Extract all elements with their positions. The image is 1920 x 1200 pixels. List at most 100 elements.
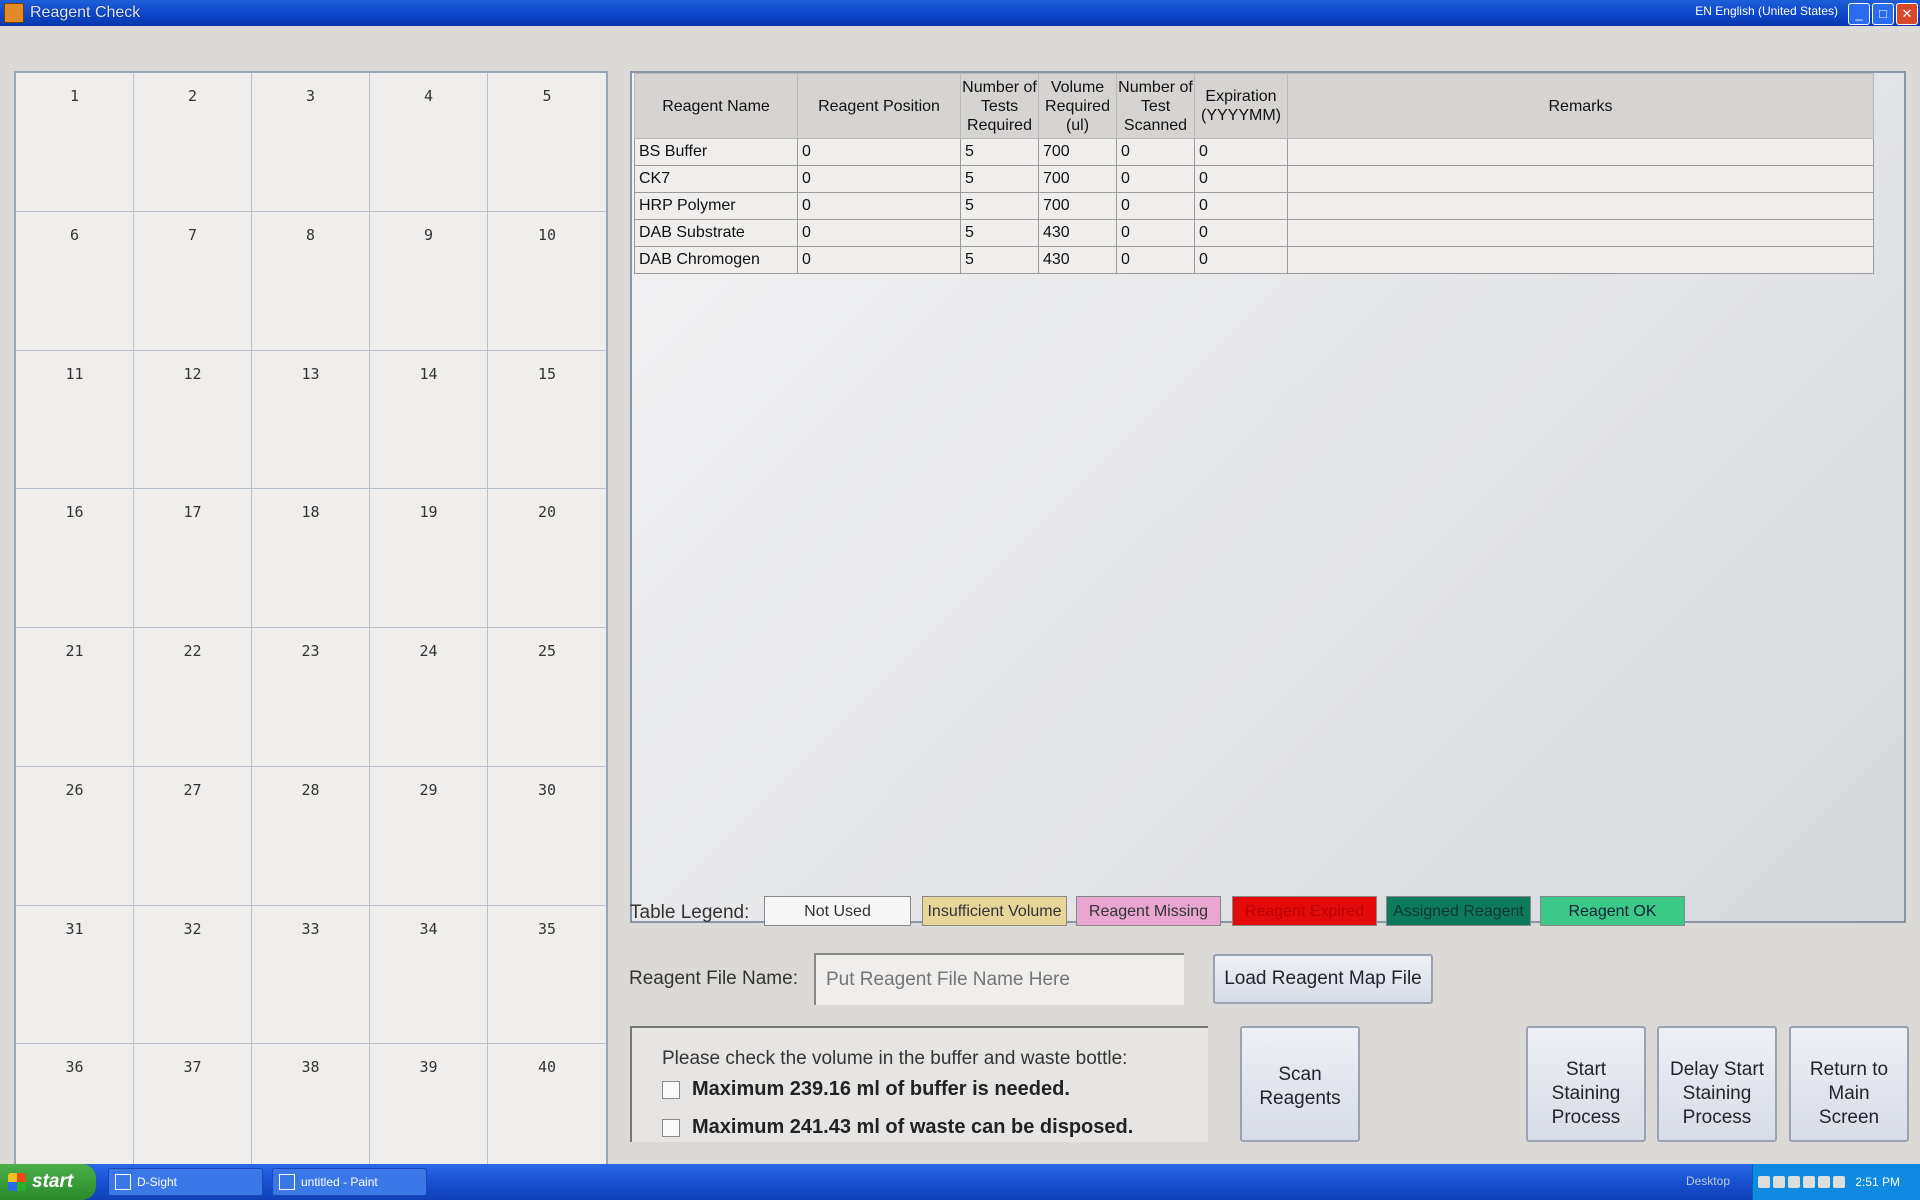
legend-reagent-ok: Reagent OK xyxy=(1540,896,1685,926)
taskbar-item-dsight[interactable]: D-Sight xyxy=(108,1168,263,1196)
legend-not-used: Not Used xyxy=(764,896,911,926)
table-row[interactable]: DAB Substrate 0 5 430 0 0 xyxy=(634,219,1874,247)
slide-position-cell[interactable]: 18 xyxy=(252,489,370,628)
table-cell: 700 xyxy=(1038,192,1117,220)
tray-icon[interactable] xyxy=(1788,1176,1801,1188)
slide-position-cell[interactable]: 10 xyxy=(488,212,606,351)
minimize-button[interactable]: _ xyxy=(1848,3,1870,25)
slide-position-cell[interactable]: 15 xyxy=(488,351,606,490)
return-main-screen-button[interactable]: Return to Main Screen xyxy=(1789,1026,1909,1142)
tray-icon[interactable] xyxy=(1773,1176,1786,1188)
table-cell: 5 xyxy=(960,192,1039,220)
slide-position-cell[interactable]: 4 xyxy=(370,73,488,212)
table-cell: 5 xyxy=(960,219,1039,247)
slide-position-cell[interactable]: 36 xyxy=(16,1044,134,1183)
start-label: start xyxy=(32,1171,74,1192)
slide-position-cell[interactable]: 39 xyxy=(370,1044,488,1183)
start-button[interactable]: start xyxy=(0,1164,96,1200)
desktop-toolbar-label[interactable]: Desktop xyxy=(1686,1174,1730,1188)
language-indicator[interactable]: EN English (United States) xyxy=(1695,4,1838,18)
buffer-checkbox[interactable] xyxy=(662,1080,680,1099)
slide-position-cell[interactable]: 34 xyxy=(370,905,488,1045)
slide-position-cell[interactable]: 13 xyxy=(252,350,370,490)
slide-position-cell[interactable]: 17 xyxy=(134,489,252,628)
slide-position-cell[interactable]: 19 xyxy=(370,489,488,628)
load-reagent-map-button[interactable]: Load Reagent Map File xyxy=(1213,954,1433,1004)
slide-position-cell[interactable]: 29 xyxy=(370,766,488,906)
table-cell: 0 xyxy=(1116,165,1195,193)
slide-position-cell[interactable]: 32 xyxy=(134,905,252,1045)
table-cell: 0 xyxy=(1194,192,1288,220)
slide-position-cell[interactable]: 31 xyxy=(16,905,134,1045)
reagent-file-input[interactable] xyxy=(814,953,1184,1005)
slide-position-cell[interactable]: 8 xyxy=(252,211,370,351)
slide-position-cell[interactable]: 40 xyxy=(488,1044,606,1183)
slide-position-cell[interactable]: 16 xyxy=(16,489,134,628)
column-header: Expiration (YYYYMM) xyxy=(1194,73,1288,139)
slide-position-cell[interactable]: 2 xyxy=(134,73,252,212)
table-row[interactable]: HRP Polymer 0 5 700 0 0 xyxy=(634,192,1874,220)
table-cell: 700 xyxy=(1038,138,1117,166)
slide-position-cell[interactable]: 24 xyxy=(370,628,488,767)
windows-flag-icon xyxy=(8,1173,26,1191)
title-bar: Reagent Check EN English (United States)… xyxy=(0,0,1920,26)
slide-position-cell[interactable]: 38 xyxy=(252,1044,370,1183)
taskbar-item-paint[interactable]: untitled - Paint xyxy=(272,1168,427,1196)
table-row[interactable]: BS Buffer 0 5 700 0 0 xyxy=(634,138,1874,166)
volume-check-panel: Please check the volume in the buffer an… xyxy=(630,1026,1208,1142)
slide-position-cell[interactable]: 22 xyxy=(134,628,252,767)
scan-reagents-button[interactable]: Scan Reagents xyxy=(1240,1026,1360,1142)
slide-position-cell[interactable]: 28 xyxy=(252,766,370,906)
slide-position-cell[interactable]: 37 xyxy=(134,1044,252,1183)
tray-icons xyxy=(1758,1176,1846,1188)
system-tray: 2:51 PM xyxy=(1752,1164,1920,1200)
close-button[interactable]: ✕ xyxy=(1896,3,1918,25)
maximize-button[interactable]: □ xyxy=(1872,3,1894,25)
table-cell: 430 xyxy=(1038,219,1117,247)
slide-position-cell[interactable]: 7 xyxy=(134,211,252,351)
start-staining-button[interactable]: Start Staining Process xyxy=(1526,1026,1646,1142)
table-cell: 0 xyxy=(797,138,961,166)
table-cell: 5 xyxy=(960,138,1039,166)
table-cell xyxy=(1287,246,1874,274)
table-row[interactable]: CK7 0 5 700 0 0 xyxy=(634,165,1874,193)
slide-position-cell[interactable]: 35 xyxy=(488,906,606,1045)
table-cell xyxy=(1287,138,1874,166)
slide-position-cell[interactable]: 1 xyxy=(16,73,134,212)
table-cell: 700 xyxy=(1038,165,1117,193)
legend-label: Table Legend: xyxy=(630,902,750,923)
tray-icon[interactable] xyxy=(1833,1176,1846,1188)
taskbar-item-label: D-Sight xyxy=(137,1175,178,1189)
slide-position-cell[interactable]: 11 xyxy=(16,350,134,490)
slide-position-cell[interactable]: 33 xyxy=(252,905,370,1045)
table-row[interactable]: DAB Chromogen 0 5 430 0 0 xyxy=(634,246,1874,274)
slide-position-cell[interactable]: 20 xyxy=(488,489,606,628)
legend-reagent-expired: Reagent Expired xyxy=(1232,896,1377,926)
slide-position-cell[interactable]: 9 xyxy=(370,211,488,351)
column-header: Reagent Name xyxy=(634,73,798,139)
table-cell: HRP Polymer xyxy=(634,192,798,220)
table-cell: 0 xyxy=(797,219,961,247)
waste-check-row[interactable]: Maximum 241.43 ml of waste can be dispos… xyxy=(662,1116,1133,1139)
tray-icon[interactable] xyxy=(1803,1176,1816,1188)
slide-position-cell[interactable]: 25 xyxy=(488,628,606,767)
tray-icon[interactable] xyxy=(1758,1176,1771,1188)
slide-position-cell[interactable]: 3 xyxy=(252,73,370,212)
slide-position-cell[interactable]: 23 xyxy=(252,628,370,767)
slide-position-cell[interactable]: 6 xyxy=(16,211,134,351)
waste-checkbox[interactable] xyxy=(662,1118,680,1137)
slide-position-cell[interactable]: 14 xyxy=(370,350,488,490)
slide-position-cell[interactable]: 27 xyxy=(134,766,252,906)
slide-position-cell[interactable]: 5 xyxy=(488,73,606,212)
slide-position-cell[interactable]: 12 xyxy=(134,350,252,490)
slide-position-cell[interactable]: 30 xyxy=(488,767,606,906)
tray-icon[interactable] xyxy=(1818,1176,1831,1188)
slide-position-cell[interactable]: 21 xyxy=(16,628,134,767)
table-cell: CK7 xyxy=(634,165,798,193)
column-header: Number of Tests Required xyxy=(960,73,1039,139)
column-header: Volume Required (ul) xyxy=(1038,73,1117,139)
buffer-check-label: Maximum 239.16 ml of buffer is needed. xyxy=(692,1078,1070,1100)
slide-position-cell[interactable]: 26 xyxy=(16,766,134,906)
delay-start-staining-button[interactable]: Delay Start Staining Process xyxy=(1657,1026,1777,1142)
buffer-check-row[interactable]: Maximum 239.16 ml of buffer is needed. xyxy=(662,1078,1070,1101)
